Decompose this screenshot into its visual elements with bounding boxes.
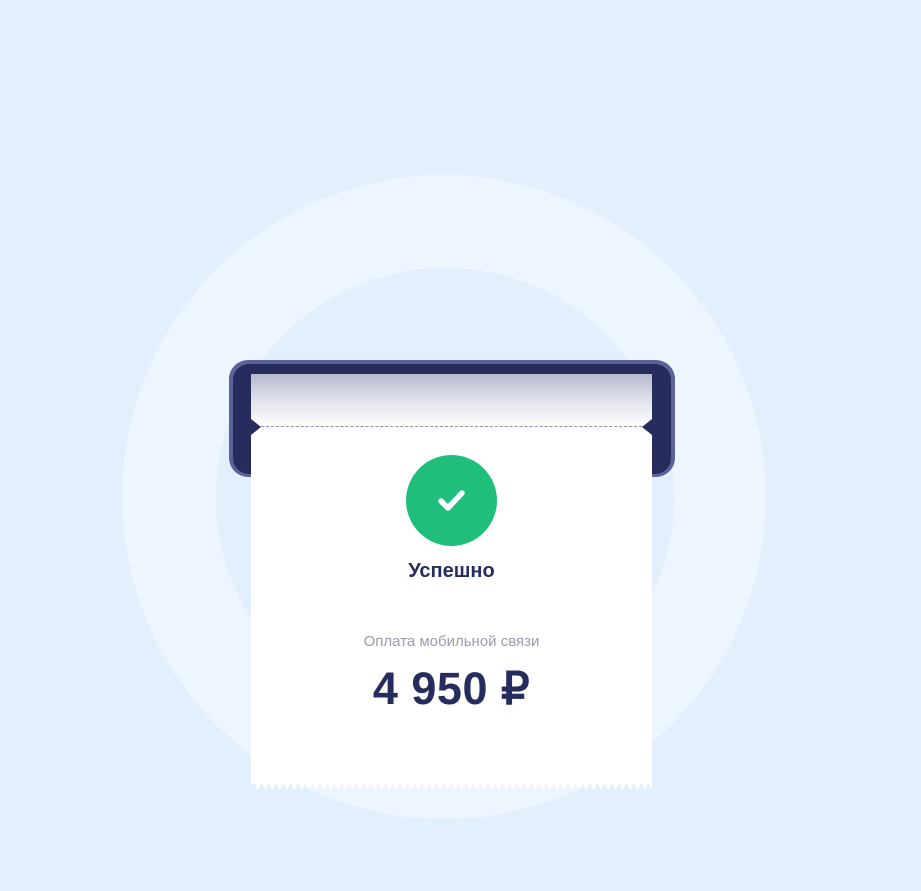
payment-amount: 4 950 ₽: [372, 663, 531, 714]
payment-type: Оплата мобильной связи: [363, 633, 540, 650]
printer-notch-right: [642, 419, 652, 435]
receipt-card: Успешно Оплата мобильной связи 4 950 ₽: [251, 374, 652, 784]
receipt-zigzag-edge: [251, 783, 652, 790]
status-title: Успешно: [408, 560, 495, 582]
success-badge: [406, 455, 497, 546]
receipt-tear-line: [251, 426, 652, 427]
printer-notch-left: [251, 419, 261, 435]
receipt-shadow: [251, 374, 652, 426]
check-icon: [438, 490, 465, 511]
